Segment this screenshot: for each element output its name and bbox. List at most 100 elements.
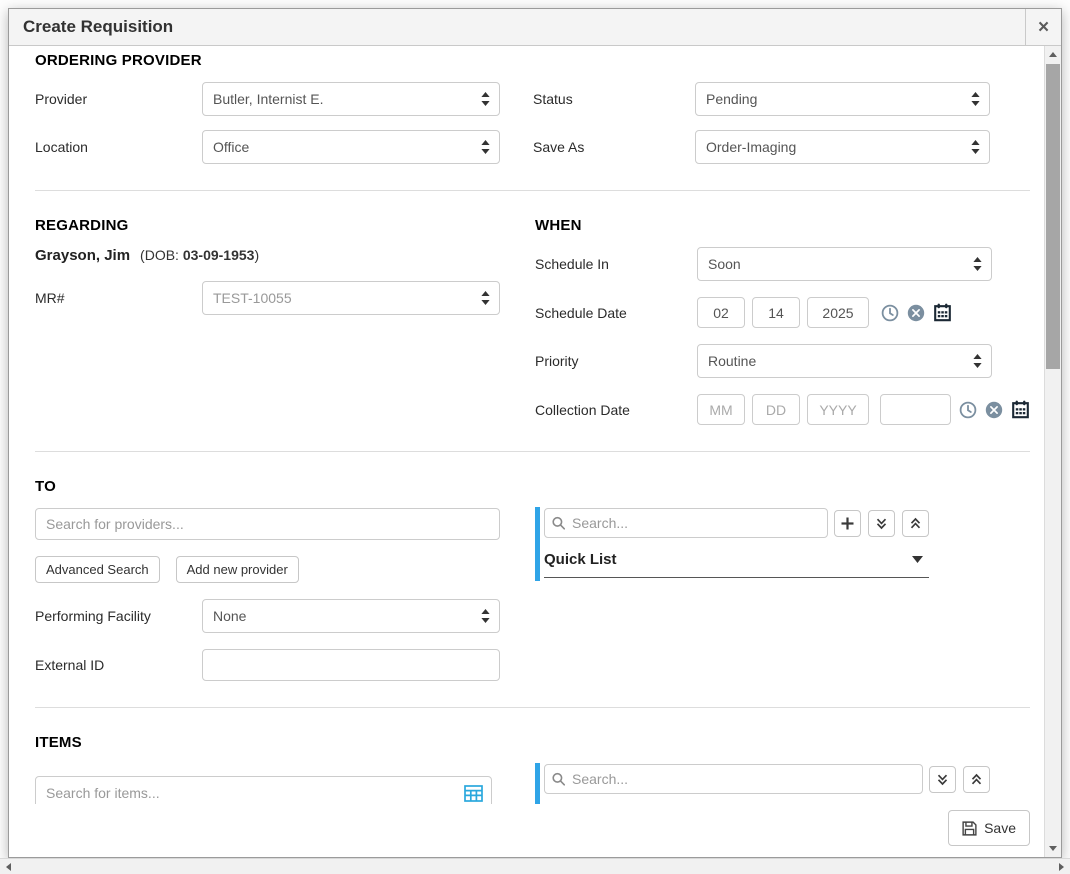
quick-list-label: Quick List: [544, 551, 617, 568]
status-select[interactable]: Pending: [695, 82, 990, 116]
items-heading: ITEMS: [35, 734, 1030, 752]
schedule-in-label: Schedule In: [535, 256, 697, 272]
modal-footer: Save: [9, 804, 1044, 857]
items-expand-all-button[interactable]: [929, 766, 956, 793]
schedule-in-select[interactable]: Soon: [697, 247, 992, 281]
patient-dob: (DOB: 03-09-1953): [140, 247, 259, 263]
mr-label: MR#: [35, 290, 202, 306]
add-quick-list-button[interactable]: [834, 510, 861, 537]
scrollbar-thumb[interactable]: [1046, 64, 1060, 369]
collection-day-input[interactable]: [752, 394, 800, 425]
schedule-in-row: Schedule In Soon: [535, 247, 992, 281]
collection-clock-icon[interactable]: [959, 401, 977, 419]
horizontal-scrollbar[interactable]: [0, 858, 1070, 874]
scroll-down-button[interactable]: [1045, 840, 1061, 857]
save-as-select[interactable]: Order-Imaging: [695, 130, 990, 164]
priority-select-value: Routine: [708, 353, 756, 369]
regarding-section: REGARDING Grayson, Jim (DOB: 03-09-1953)…: [35, 217, 500, 425]
close-button[interactable]: ×: [1025, 9, 1061, 45]
section-divider: [35, 451, 1030, 452]
performing-facility-label: Performing Facility: [35, 608, 202, 624]
save-button-label: Save: [984, 820, 1016, 836]
modal-header: Create Requisition ×: [9, 9, 1061, 46]
provider-label: Provider: [35, 91, 202, 107]
schedule-date-label: Schedule Date: [535, 305, 697, 321]
performing-facility-select-value: None: [213, 608, 246, 624]
caret-down-icon: [912, 556, 923, 563]
provider-select[interactable]: Butler, Internist E.: [202, 82, 500, 116]
collection-time-input[interactable]: [880, 394, 951, 425]
close-icon: ×: [1038, 18, 1049, 37]
save-as-label: Save As: [533, 139, 695, 155]
select-arrows-icon: [973, 354, 982, 368]
save-button[interactable]: Save: [948, 810, 1030, 846]
advanced-search-button[interactable]: Advanced Search: [35, 556, 160, 583]
modal-title: Create Requisition: [9, 9, 1061, 45]
location-label: Location: [35, 139, 202, 155]
schedule-month-input[interactable]: [697, 297, 745, 328]
status-label: Status: [533, 91, 695, 107]
double-chevron-up-icon: [970, 773, 983, 786]
collection-date-row: Collection Date: [535, 394, 992, 425]
mr-select-value: TEST-10055: [213, 290, 292, 306]
provider-search-input[interactable]: [35, 508, 500, 540]
collapse-all-button[interactable]: [902, 510, 929, 537]
ordering-provider-row-1: Provider Butler, Internist E. Status Pen…: [35, 82, 1030, 116]
item-grid-icon[interactable]: [464, 785, 483, 802]
external-id-input[interactable]: [202, 649, 500, 681]
add-new-provider-button[interactable]: Add new provider: [176, 556, 299, 583]
accent-bar: [535, 507, 540, 581]
schedule-clear-icon[interactable]: [907, 304, 925, 322]
schedule-date-row: Schedule Date: [535, 297, 992, 328]
double-chevron-down-icon: [936, 773, 949, 786]
provider-select-value: Butler, Internist E.: [213, 91, 324, 107]
scroll-up-button[interactable]: [1045, 46, 1061, 63]
double-chevron-down-icon: [875, 517, 888, 530]
items-quick-search-input[interactable]: [544, 764, 923, 794]
external-id-row: External ID: [35, 649, 500, 681]
scroll-right-button[interactable]: [1053, 859, 1070, 874]
location-select[interactable]: Office: [202, 130, 500, 164]
mr-select[interactable]: TEST-10055: [202, 281, 500, 315]
patient-dob-value: 03-09-1953: [183, 247, 255, 263]
to-quick-search-input[interactable]: [544, 508, 828, 538]
modal-body: ORDERING PROVIDER Provider Butler, Inter…: [9, 46, 1044, 857]
collection-calendar-icon[interactable]: [1011, 400, 1030, 419]
double-chevron-up-icon: [909, 517, 922, 530]
select-arrows-icon: [481, 609, 490, 623]
to-quick-panel: Quick List: [535, 508, 992, 681]
vertical-scrollbar[interactable]: [1044, 46, 1061, 857]
location-select-value: Office: [213, 139, 249, 155]
schedule-calendar-icon[interactable]: [933, 303, 952, 322]
select-arrows-icon: [971, 140, 980, 154]
create-requisition-modal: Create Requisition × ORDERING PROVIDER P…: [8, 8, 1062, 858]
plus-icon: [841, 517, 854, 530]
page-background: Create Requisition × ORDERING PROVIDER P…: [0, 0, 1070, 874]
schedule-day-input[interactable]: [752, 297, 800, 328]
ordering-provider-heading: ORDERING PROVIDER: [35, 52, 1030, 70]
schedule-year-input[interactable]: [807, 297, 869, 328]
items-collapse-all-button[interactable]: [963, 766, 990, 793]
patient-name: Grayson, Jim: [35, 247, 130, 264]
to-left-column: Advanced Search Add new provider Perform…: [35, 508, 500, 681]
priority-select[interactable]: Routine: [697, 344, 992, 378]
schedule-clock-icon[interactable]: [881, 304, 899, 322]
triangle-up-icon: [1049, 52, 1057, 57]
priority-row: Priority Routine: [535, 344, 992, 378]
performing-facility-select[interactable]: None: [202, 599, 500, 633]
save-icon: [962, 821, 977, 836]
select-arrows-icon: [973, 257, 982, 271]
select-arrows-icon: [481, 140, 490, 154]
collection-date-label: Collection Date: [535, 402, 697, 418]
patient-summary: Grayson, Jim (DOB: 03-09-1953): [35, 247, 500, 265]
triangle-right-icon: [1059, 863, 1064, 871]
search-icon: [552, 773, 565, 786]
quick-list-header[interactable]: Quick List: [544, 551, 929, 578]
scroll-left-button[interactable]: [0, 859, 17, 874]
to-heading: TO: [35, 478, 1030, 496]
collection-month-input[interactable]: [697, 394, 745, 425]
collection-year-input[interactable]: [807, 394, 869, 425]
mr-row: MR# TEST-10055: [35, 281, 500, 315]
expand-all-button[interactable]: [868, 510, 895, 537]
collection-clear-icon[interactable]: [985, 401, 1003, 419]
